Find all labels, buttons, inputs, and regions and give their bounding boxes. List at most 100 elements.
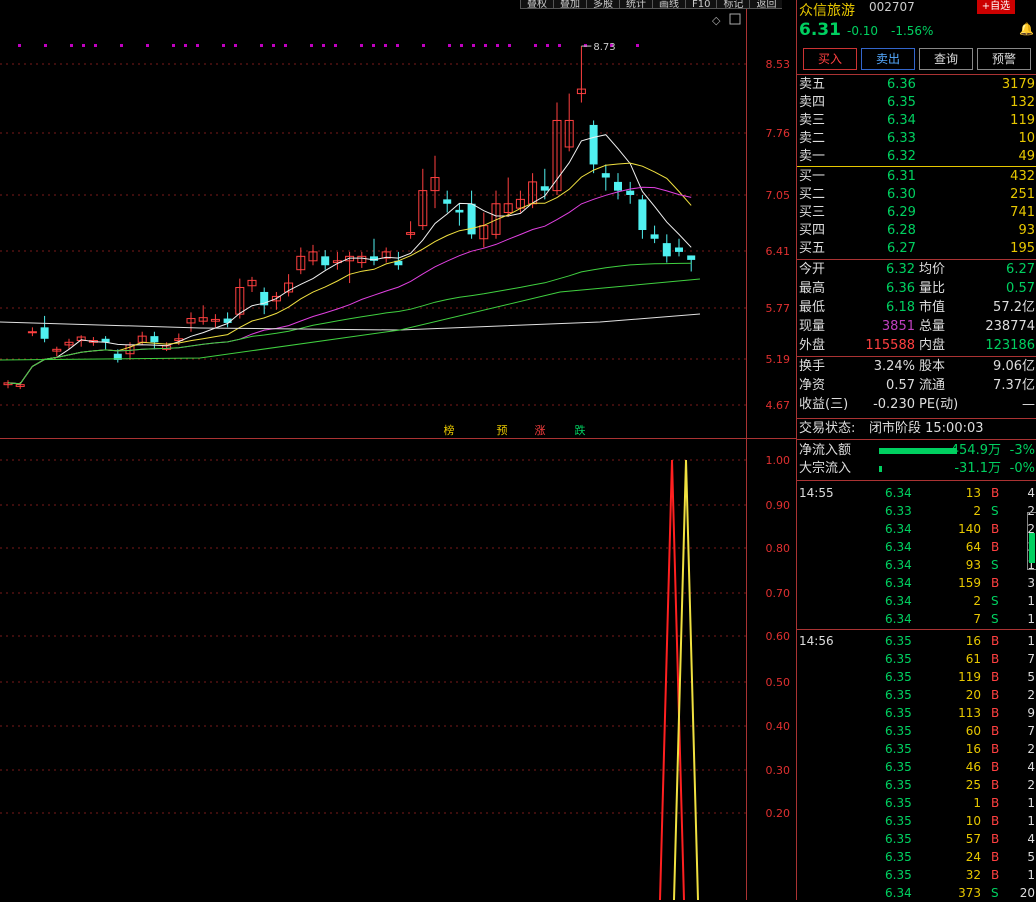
- stat-value: 57.2亿: [993, 299, 1035, 317]
- order-book-row[interactable]: 卖四 6.35 132: [797, 94, 1036, 112]
- alert-button[interactable]: 预警: [977, 48, 1031, 70]
- candle-body[interactable]: [41, 327, 49, 338]
- tick-count: 2: [1027, 686, 1035, 704]
- candle-body[interactable]: [651, 234, 659, 238]
- indicator-tick-label: 0.40: [766, 720, 791, 733]
- tick-row[interactable]: 6.35 60 B 7: [797, 722, 1036, 740]
- tick-price: 6.34: [885, 484, 912, 502]
- toolbar-back[interactable]: 返回: [749, 0, 782, 9]
- candle-body[interactable]: [590, 125, 598, 165]
- signal-dot: [496, 44, 499, 47]
- tick-row[interactable]: 6.34 140 B 2: [797, 520, 1036, 538]
- candle-body[interactable]: [541, 186, 549, 190]
- candle-body[interactable]: [626, 191, 634, 195]
- tick-row[interactable]: 6.34 7 S 1: [797, 610, 1036, 628]
- tick-row[interactable]: 6.35 16 B 2: [797, 740, 1036, 758]
- buy-button[interactable]: 买入: [803, 48, 857, 70]
- candle-body[interactable]: [638, 199, 646, 230]
- candle-body[interactable]: [468, 204, 476, 235]
- moving-average-line: [0, 279, 700, 360]
- tick-scrollbar[interactable]: [1027, 512, 1036, 570]
- candle-body[interactable]: [321, 256, 329, 265]
- order-book-row[interactable]: 买五 6.27 195: [797, 240, 1036, 258]
- tick-row[interactable]: 6.33 2 S 2: [797, 502, 1036, 520]
- stat-value: 3851: [882, 318, 915, 336]
- panel-toggle-icon[interactable]: [730, 14, 740, 24]
- tick-volume: 61: [966, 650, 981, 668]
- order-book-row[interactable]: 买二 6.30 251: [797, 186, 1036, 204]
- signal-dot: [44, 44, 47, 47]
- signal-dot: [82, 44, 85, 47]
- tick-row[interactable]: 6.35 24 B 5: [797, 848, 1036, 866]
- tick-row[interactable]: 6.34 93 S 1: [797, 556, 1036, 574]
- candle-body[interactable]: [675, 248, 683, 252]
- order-volume: 3179: [1002, 76, 1035, 94]
- price-tick-label: 8.53: [766, 58, 791, 71]
- stat-row: 外盘 115588 内盘 123186: [797, 337, 1036, 355]
- signal-dot: [260, 44, 263, 47]
- stat-row: 换手 3.24% 股本 9.06亿: [797, 358, 1036, 376]
- candle-body[interactable]: [150, 336, 158, 342]
- toolbar-multi-stock[interactable]: 多股: [586, 0, 619, 9]
- toolbar-f10[interactable]: F10: [685, 0, 716, 9]
- candle-body[interactable]: [663, 243, 671, 256]
- candle-body[interactable]: [443, 199, 451, 203]
- candle-body[interactable]: [602, 173, 610, 177]
- tick-row[interactable]: 6.35 20 B 2: [797, 686, 1036, 704]
- price-tick-label: 6.41: [766, 245, 791, 258]
- sell-button[interactable]: 卖出: [861, 48, 915, 70]
- tick-row[interactable]: 6.34 159 B 3: [797, 574, 1036, 592]
- toolbar-statistics[interactable]: 统计: [619, 0, 652, 9]
- chart-area[interactable]: 8.53 7.76 7.05 6.41 5.77 5.19 4.67 1.00 0.90 0.80…: [0, 0, 796, 900]
- signal-dot: [222, 44, 225, 47]
- toolbar-overlay[interactable]: 叠加: [553, 0, 586, 9]
- tick-row[interactable]: 6.35 61 B 7: [797, 650, 1036, 668]
- flow-label: 大宗流入: [799, 460, 851, 478]
- tick-row[interactable]: 14:55 6.34 13 B 4: [797, 484, 1036, 502]
- order-book-row[interactable]: 买一 6.31 432: [797, 168, 1036, 186]
- toolbar-draw[interactable]: 画线: [652, 0, 685, 9]
- candle-body[interactable]: [455, 210, 463, 213]
- diamond-icon[interactable]: ◇: [712, 14, 721, 27]
- tick-row[interactable]: 6.35 57 B 4: [797, 830, 1036, 848]
- order-book-row[interactable]: 卖三 6.34 119: [797, 112, 1036, 130]
- order-book-row[interactable]: 买四 6.28 93: [797, 222, 1036, 240]
- order-book-row[interactable]: 卖一 6.32 49: [797, 148, 1036, 166]
- stat-value: 7.37亿: [993, 377, 1035, 395]
- add-watchlist-button[interactable]: +自选: [977, 0, 1015, 14]
- signal-dot: [334, 44, 337, 47]
- stat-row: 今开 6.32 均价 6.27: [797, 261, 1036, 279]
- stat-label: 外盘: [799, 337, 825, 355]
- candle-body[interactable]: [28, 332, 36, 333]
- trade-status-label: 交易状态:: [799, 420, 855, 438]
- candle-body[interactable]: [614, 182, 622, 191]
- flow-row: 大宗流入 -31.1万 -0%: [797, 460, 1036, 478]
- quote-panel: 众信旅游 002707 +自选 🔔 6.31 -0.10 -1.56% 买入 卖…: [796, 0, 1036, 900]
- tick-row[interactable]: 6.35 1 B 1: [797, 794, 1036, 812]
- tick-row[interactable]: 6.34 2 S 1: [797, 592, 1036, 610]
- query-button[interactable]: 查询: [919, 48, 973, 70]
- toolbar-mark[interactable]: 标记: [716, 0, 749, 9]
- tick-row[interactable]: 6.34 373 S 20: [797, 884, 1036, 902]
- tick-row[interactable]: 14:56 6.35 16 B 1: [797, 632, 1036, 650]
- indicator-tick-label: 0.30: [766, 764, 791, 777]
- order-book-row[interactable]: 卖二 6.33 10: [797, 130, 1036, 148]
- tick-row[interactable]: 6.35 25 B 2: [797, 776, 1036, 794]
- tick-row[interactable]: 6.35 10 B 1: [797, 812, 1036, 830]
- bell-icon[interactable]: 🔔: [1019, 22, 1034, 36]
- signal-dot: [484, 44, 487, 47]
- tick-scrollbar-thumb[interactable]: [1029, 533, 1035, 563]
- tick-row[interactable]: 6.35 32 B 1: [797, 866, 1036, 884]
- kline-chart[interactable]: 8.53 7.76 7.05 6.41 5.77 5.19 4.67 1.00 0.90 0.80…: [0, 0, 796, 900]
- tick-row[interactable]: 6.3464B3: [797, 538, 1036, 556]
- candle-body[interactable]: [687, 255, 695, 259]
- tick-volume: 373: [958, 884, 981, 902]
- tick-time: 14:56: [799, 632, 834, 650]
- order-book-row[interactable]: 卖五 6.36 3179: [797, 76, 1036, 94]
- tick-volume: 20: [966, 686, 981, 704]
- order-book-row[interactable]: 买三 6.29 741: [797, 204, 1036, 222]
- tick-row[interactable]: 6.35 113 B 9: [797, 704, 1036, 722]
- toolbar-restore-rights[interactable]: 叠权: [520, 0, 553, 9]
- tick-row[interactable]: 6.35 46 B 4: [797, 758, 1036, 776]
- tick-row[interactable]: 6.35 119 B 5: [797, 668, 1036, 686]
